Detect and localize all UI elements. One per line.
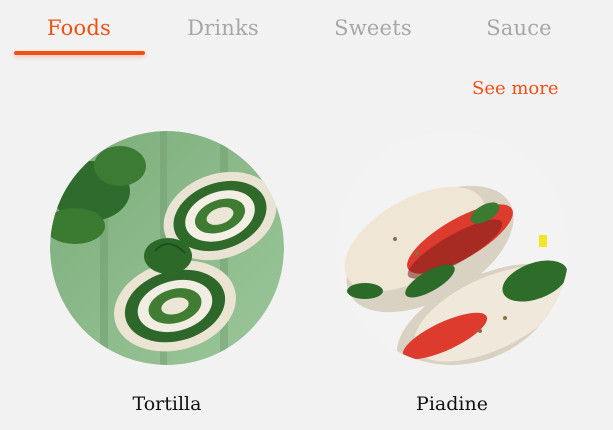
see-more-link[interactable]: See more — [472, 78, 562, 99]
tab-foods[interactable]: Foods — [14, 16, 144, 40]
food-card-tortilla[interactable]: Tortilla — [50, 131, 284, 415]
tab-sweets[interactable]: Sweets — [320, 16, 426, 40]
category-tabs: Foods Drinks Sweets Sauce — [0, 0, 613, 60]
tab-sauce[interactable]: Sauce — [470, 16, 568, 40]
active-tab-indicator — [14, 51, 145, 55]
food-card-piadine[interactable]: Piadine — [335, 131, 569, 415]
tortilla-image[interactable] — [50, 131, 284, 365]
tab-drinks[interactable]: Drinks — [170, 16, 276, 40]
piadine-image[interactable] — [335, 131, 569, 365]
food-name: Piadine — [416, 393, 488, 415]
food-name: Tortilla — [132, 393, 202, 415]
